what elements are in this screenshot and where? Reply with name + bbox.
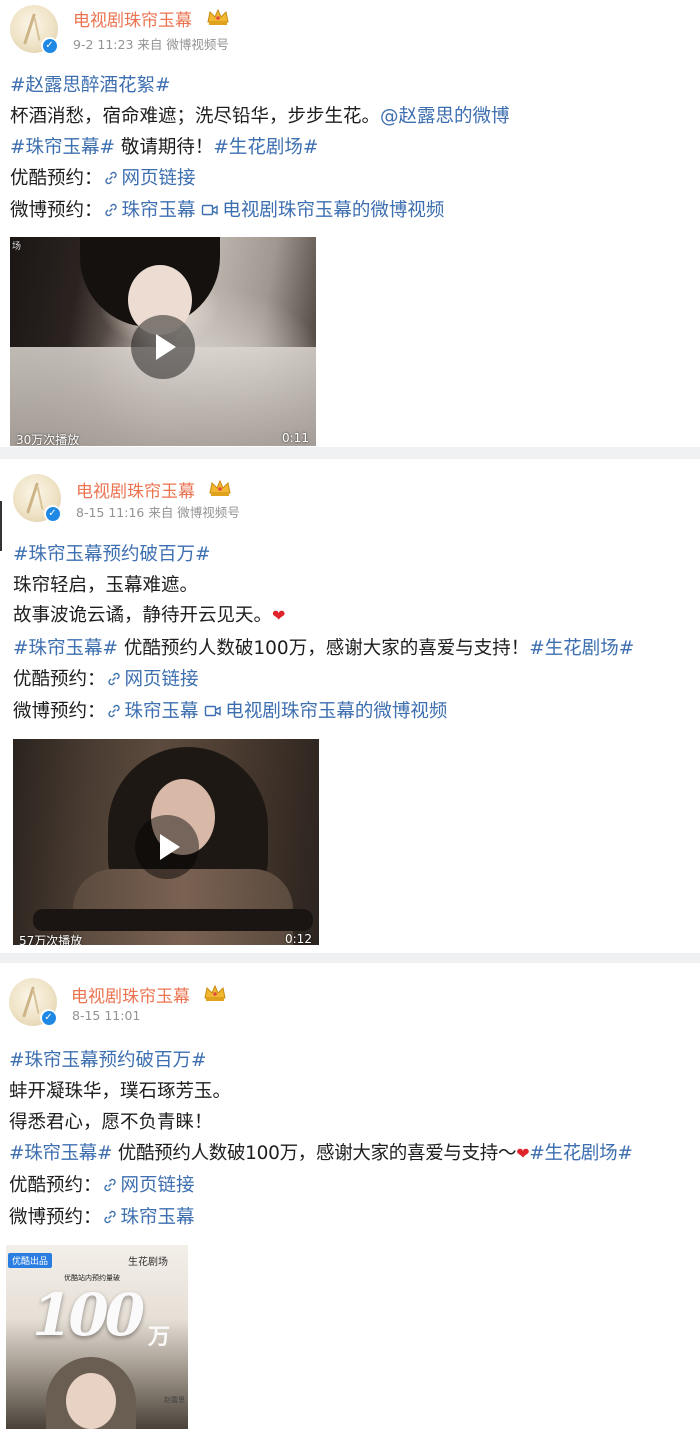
poster-image[interactable]: 优酷出品 生花剧场 优酷站内预约量破 100 万 赵露思 — [6, 1245, 188, 1429]
hashtag[interactable]: #生花剧场# — [213, 137, 318, 158]
author-name[interactable]: 电视剧珠帘玉幕 — [73, 6, 192, 31]
poster-corner-text: 赵露思 — [164, 1396, 185, 1404]
hashtag[interactable]: #赵露思醉酒花絮# — [10, 75, 171, 96]
youku-label: 优酷预约： — [13, 669, 106, 690]
post-text: 蚌开凝珠华，璞石琢芳玉。 — [9, 1081, 232, 1102]
link-icon — [107, 672, 120, 686]
poster-number: 100 — [32, 1281, 145, 1349]
post-line-3: 故事波诡云谲，静待开云见天。❤ — [13, 601, 285, 627]
video-link[interactable]: 电视剧珠帘玉幕的微博视频 — [201, 200, 444, 221]
left-edge-marker — [0, 501, 2, 551]
crown-icon — [208, 479, 232, 497]
play-button[interactable] — [131, 315, 195, 379]
video-icon — [202, 204, 219, 216]
youku-line: 优酷预约： 网页链接 — [13, 665, 199, 691]
poster-unit: 万 — [148, 1325, 171, 1350]
link-icon — [103, 1210, 116, 1224]
mention-link[interactable]: @赵露思的微博 — [380, 106, 510, 127]
verified-badge-icon: ✓ — [41, 37, 58, 54]
web-link[interactable]: 网页链接 — [103, 168, 196, 189]
video-icon — [205, 705, 222, 717]
post-text: 优酷预约人数破100万，感谢大家的喜爱与支持！ — [118, 638, 530, 659]
video-thumbnail[interactable]: 场 30万次播放 0:11 — [10, 237, 316, 446]
youku-label: 优酷预约： — [9, 1175, 102, 1196]
verified-badge-icon: ✓ — [44, 505, 61, 522]
play-count: 57万次播放 — [19, 934, 83, 945]
post-line-1: #珠帘玉幕预约破百万# — [13, 540, 211, 566]
link-icon — [104, 171, 117, 185]
post-text: 优酷预约人数破100万，感谢大家的喜爱与支持～ — [112, 1143, 517, 1164]
hashtag[interactable]: #珠帘玉幕# — [13, 638, 118, 659]
video-link[interactable]: 电视剧珠帘玉幕的微博视频 — [204, 701, 447, 722]
weibo-post-3: ✓ 电视剧珠帘玉幕 8-15 11:01 #珠帘玉幕预约破百万# 蚌开凝珠华，璞… — [0, 963, 700, 1429]
weibo-line: 微博预约： 珠帘玉幕 电视剧珠帘玉幕的微博视频 — [13, 697, 447, 723]
post-line-2: 杯酒消愁，宿命难遮；洗尽铅华，步步生花。@赵露思的微博 — [10, 102, 510, 128]
drama-link[interactable]: 珠帘玉幕 — [102, 1207, 195, 1228]
verified-badge-icon: ✓ — [40, 1009, 57, 1026]
hashtag[interactable]: #生花剧场# — [529, 638, 634, 659]
link-icon — [104, 203, 117, 217]
author-name[interactable]: 电视剧珠帘玉幕 — [76, 477, 195, 502]
post-text: 故事波诡云谲，静待开云见天。 — [13, 605, 273, 626]
hashtag[interactable]: #珠帘玉幕# — [9, 1143, 113, 1164]
post-separator — [0, 447, 700, 459]
post-line-1: #赵露思醉酒花絮# — [10, 71, 171, 97]
video-thumbnail[interactable]: 57万次播放 0:12 — [13, 739, 319, 945]
post-text: 得悉君心，愿不负青睐！ — [9, 1112, 213, 1133]
post-line-3: #珠帘玉幕# 敬请期待！#生花剧场# — [10, 133, 318, 159]
post-line-4: #珠帘玉幕# 优酷预约人数破100万，感谢大家的喜爱与支持～❤#生花剧场# — [9, 1139, 633, 1165]
crown-icon — [203, 984, 227, 1002]
weibo-label: 微博预约： — [10, 200, 103, 221]
weibo-post-1: ✓ 电视剧珠帘玉幕 9-2 11:23 来自 微博视频号 #赵露思醉酒花絮# 杯… — [0, 0, 700, 446]
author-name[interactable]: 电视剧珠帘玉幕 — [71, 982, 190, 1007]
drama-link[interactable]: 珠帘玉幕 — [103, 200, 196, 221]
post-meta: 8-15 11:16 来自 微博视频号 — [76, 505, 240, 520]
web-link[interactable]: 网页链接 — [102, 1175, 195, 1196]
weibo-label: 微博预约： — [13, 701, 106, 722]
post-text: 杯酒消愁，宿命难遮；洗尽铅华，步步生花。 — [10, 106, 381, 127]
link-icon — [103, 1178, 116, 1192]
post-separator — [0, 953, 700, 963]
youku-label: 优酷预约： — [10, 168, 103, 189]
video-duration: 0:12 — [285, 932, 312, 945]
weibo-line: 微博预约： 珠帘玉幕 — [9, 1203, 195, 1229]
video-duration: 0:11 — [282, 431, 309, 445]
weibo-line: 微博预约： 珠帘玉幕 电视剧珠帘玉幕的微博视频 — [10, 196, 444, 222]
youku-badge: 优酷出品 — [8, 1253, 53, 1268]
post-meta: 8-15 11:01 — [72, 1008, 141, 1023]
hashtag[interactable]: #生花剧场# — [529, 1143, 633, 1164]
weibo-post-2: ✓ 电视剧珠帘玉幕 8-15 11:16 来自 微博视频号 #珠帘玉幕预约破百万… — [0, 459, 700, 953]
studio-logo: 生花剧场 — [128, 1257, 168, 1268]
hashtag[interactable]: #珠帘玉幕预约破百万# — [13, 544, 211, 565]
play-count: 30万次播放 — [16, 433, 80, 446]
post-meta: 9-2 11:23 来自 微博视频号 — [73, 37, 229, 52]
post-text: 敬请期待！ — [115, 137, 214, 158]
post-line-4: #珠帘玉幕# 优酷预约人数破100万，感谢大家的喜爱与支持！#生花剧场# — [13, 634, 634, 660]
hashtag[interactable]: #珠帘玉幕预约破百万# — [9, 1050, 207, 1071]
youku-line: 优酷预约： 网页链接 — [9, 1171, 195, 1197]
heart-icon: ❤ — [272, 606, 286, 625]
crown-icon — [206, 8, 230, 26]
weibo-label: 微博预约： — [9, 1207, 102, 1228]
corner-watermark: 场 — [12, 242, 22, 252]
post-line-1: #珠帘玉幕预约破百万# — [9, 1046, 207, 1072]
heart-icon: ❤ — [516, 1144, 530, 1163]
drama-link[interactable]: 珠帘玉幕 — [106, 701, 199, 722]
post-line-2: 珠帘轻启，玉幕难遮。 — [13, 571, 198, 597]
play-button[interactable] — [135, 815, 199, 879]
hashtag[interactable]: #珠帘玉幕# — [10, 137, 115, 158]
youku-line: 优酷预约： 网页链接 — [10, 164, 196, 190]
post-text: 珠帘轻启，玉幕难遮。 — [13, 575, 199, 596]
post-line-3: 得悉君心，愿不负青睐！ — [9, 1108, 213, 1134]
post-line-2: 蚌开凝珠华，璞石琢芳玉。 — [9, 1077, 231, 1103]
link-icon — [107, 704, 120, 718]
web-link[interactable]: 网页链接 — [106, 669, 199, 690]
